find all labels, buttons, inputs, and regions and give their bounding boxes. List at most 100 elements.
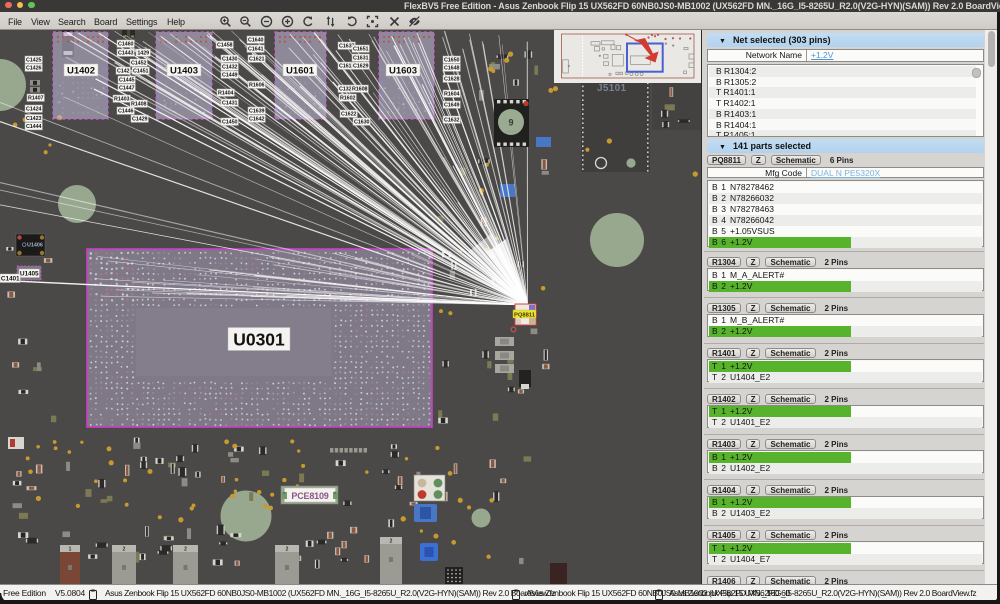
svg-text:C1631: C1631 xyxy=(353,55,368,61)
schematic-button[interactable]: Schematic xyxy=(765,530,816,540)
part-name-button[interactable]: R1404 xyxy=(707,484,741,495)
part-pin-row[interactable]: B 1 +1.2V xyxy=(709,497,982,508)
schematic-button[interactable]: Schematic xyxy=(765,302,816,313)
mfg-code-link[interactable]: DUAL N PE5320X xyxy=(811,168,880,179)
fit-view-icon[interactable] xyxy=(366,15,379,28)
ref-label-c1641: C1641 xyxy=(246,44,265,53)
part-name-button[interactable]: R1406 xyxy=(707,575,741,584)
hide-eye-icon[interactable] xyxy=(408,15,421,28)
panel-header-net-selected[interactable]: ▼ Net selected (303 pins) xyxy=(707,33,984,47)
zoom-out-icon[interactable] xyxy=(239,15,252,28)
ref-label-c1642: C1642 xyxy=(247,114,266,123)
menu-item-board[interactable]: Board xyxy=(94,17,117,27)
rotate-ccw-icon[interactable] xyxy=(302,15,315,28)
zoom-to-part-button[interactable]: Z xyxy=(745,257,761,267)
part-pin-row[interactable]: B 4 N78266042 xyxy=(709,214,982,226)
schematic-button[interactable]: Schematic xyxy=(765,348,816,358)
part-name-button[interactable]: R1403 xyxy=(707,439,741,449)
network-name-link[interactable]: +1.2V xyxy=(811,50,833,61)
net-list-item[interactable]: T R1405:1 xyxy=(709,130,976,136)
minus-circle-icon[interactable] xyxy=(260,15,273,28)
rotate-cw-icon[interactable] xyxy=(345,15,358,28)
menu-item-view[interactable]: View xyxy=(31,17,50,27)
part-pin-row[interactable]: B 6 +1.2V xyxy=(709,236,982,248)
ref-label-c1401: C1401 xyxy=(0,273,21,283)
menu-item-help[interactable]: Help xyxy=(167,17,185,27)
menu-item-file[interactable]: File xyxy=(8,17,22,27)
close-traffic-light[interactable] xyxy=(4,1,12,9)
net-list-item[interactable]: B R1304:2 xyxy=(709,66,976,77)
zoom-in-icon[interactable] xyxy=(219,15,232,28)
zoom-to-part-button[interactable]: Z xyxy=(745,393,761,404)
part-pin-row[interactable]: B 5 +1.05VSUS xyxy=(709,225,982,237)
svg-text:U1402: U1402 xyxy=(67,65,95,76)
zoom-to-part-button[interactable]: Z xyxy=(750,155,766,165)
schematic-button[interactable]: Schematic xyxy=(765,393,816,404)
menu-item-settings[interactable]: Settings xyxy=(126,17,157,27)
part-pin-row[interactable]: T 2 U1404_E2 xyxy=(709,371,982,383)
sidebar-scrollbar-thumb[interactable] xyxy=(987,31,995,67)
zoom-traffic-light[interactable] xyxy=(28,1,36,9)
part-name-button[interactable]: PQ8811 xyxy=(707,155,746,165)
part-pin-row[interactable]: B 1 M_B_ALERT# xyxy=(709,315,982,326)
part-pin-row[interactable]: B 3 N78278463 xyxy=(709,203,982,215)
svg-text:U1603: U1603 xyxy=(389,65,417,76)
svg-text:C1430: C1430 xyxy=(222,56,237,62)
part-pin-row[interactable]: T 1 +1.2V xyxy=(709,542,982,554)
part-pin-row[interactable]: B 1 +1.2V xyxy=(709,451,982,463)
plus-circle-icon[interactable] xyxy=(281,15,294,28)
pin-number: 2 xyxy=(721,280,726,291)
part-name-button[interactable]: R1305 xyxy=(707,302,741,313)
pin-number: 3 xyxy=(721,203,726,214)
zoom-to-part-button[interactable]: Z xyxy=(745,575,761,584)
menu-item-search[interactable]: Search xyxy=(58,17,86,27)
schematic-button[interactable]: Schematic xyxy=(765,484,816,495)
net-list-item[interactable]: B R1305:2 xyxy=(709,76,976,88)
net-list-item[interactable]: T R1402:1 xyxy=(709,98,976,109)
part-pin-row[interactable]: B 1 N78278462 xyxy=(709,181,982,193)
net-list-item[interactable]: B R1403:1 xyxy=(709,108,976,120)
pin-side: B xyxy=(712,203,718,214)
part-pin-row[interactable]: B 2 +1.2V xyxy=(709,280,982,292)
clear-icon[interactable] xyxy=(388,15,401,28)
part-name-button[interactable]: R1304 xyxy=(707,257,741,267)
part-name-button[interactable]: R1401 xyxy=(707,348,741,358)
zoom-to-part-button[interactable]: Z xyxy=(745,348,761,358)
flip-vertical-icon[interactable] xyxy=(324,15,337,28)
pin-number: 1 xyxy=(721,542,726,553)
part-pin-row[interactable]: B 2 U1402_E2 xyxy=(709,462,982,474)
part-pin-row[interactable]: T 2 U1401_E2 xyxy=(709,417,982,428)
schematic-button[interactable]: Schematic xyxy=(770,155,821,165)
pin-side: B xyxy=(712,225,718,236)
part-pin-row[interactable]: B 2 N78266032 xyxy=(709,192,982,204)
zoom-to-part-button[interactable]: Z xyxy=(745,302,761,313)
panel-title: Net selected (303 pins) xyxy=(732,35,831,45)
board-minimap[interactable] xyxy=(554,30,701,83)
schematic-button[interactable]: Schematic xyxy=(765,439,816,449)
ref-label-r1403: R1403 xyxy=(112,94,131,103)
part-name-button[interactable]: R1405 xyxy=(707,530,741,540)
part-pin-row[interactable]: T 2 U1404_E7 xyxy=(709,553,982,565)
part-pin-row[interactable]: T 1 +1.2V xyxy=(709,406,982,417)
pin-net-name: U1404_E2 xyxy=(730,371,771,382)
ref-label-c1449: C1449 xyxy=(220,70,239,79)
schematic-button[interactable]: Schematic xyxy=(765,575,816,584)
pin-side: T xyxy=(712,417,718,427)
schematic-button[interactable]: Schematic xyxy=(765,257,816,267)
zoom-to-part-button[interactable]: Z xyxy=(745,439,761,449)
zoom-to-part-button[interactable]: Z xyxy=(745,530,761,540)
minimize-traffic-light[interactable] xyxy=(16,1,24,9)
part-name-button[interactable]: R1402 xyxy=(707,393,741,404)
part-pin-row[interactable]: B 1 M_A_ALERT# xyxy=(709,269,982,281)
net-list-scrollbar-thumb[interactable] xyxy=(972,68,981,78)
panel-header-parts-selected[interactable]: ▼ 141 parts selected xyxy=(707,139,984,153)
part-pin-row[interactable]: B 2 U1403_E2 xyxy=(709,508,982,519)
net-list-item[interactable]: B R1404:1 xyxy=(709,119,976,131)
zoom-to-part-button[interactable]: Z xyxy=(745,484,761,495)
part-pin-row[interactable]: T 1 +1.2V xyxy=(709,360,982,372)
board-canvas[interactable]: J5101 1 2 2 2 2 9 ——— U1406 U1402 U1403 U1601 U1603 U… xyxy=(0,30,701,584)
part-pin-row[interactable]: B 2 +1.2V xyxy=(709,326,982,337)
net-list-item[interactable]: T R1401:1 xyxy=(709,87,976,99)
net-pin-list[interactable]: B R1304:2 B R1305:2 T R1401:1 T R1402:1 B R1… xyxy=(707,64,984,137)
pins-count-label: 2 Pins xyxy=(824,576,849,585)
